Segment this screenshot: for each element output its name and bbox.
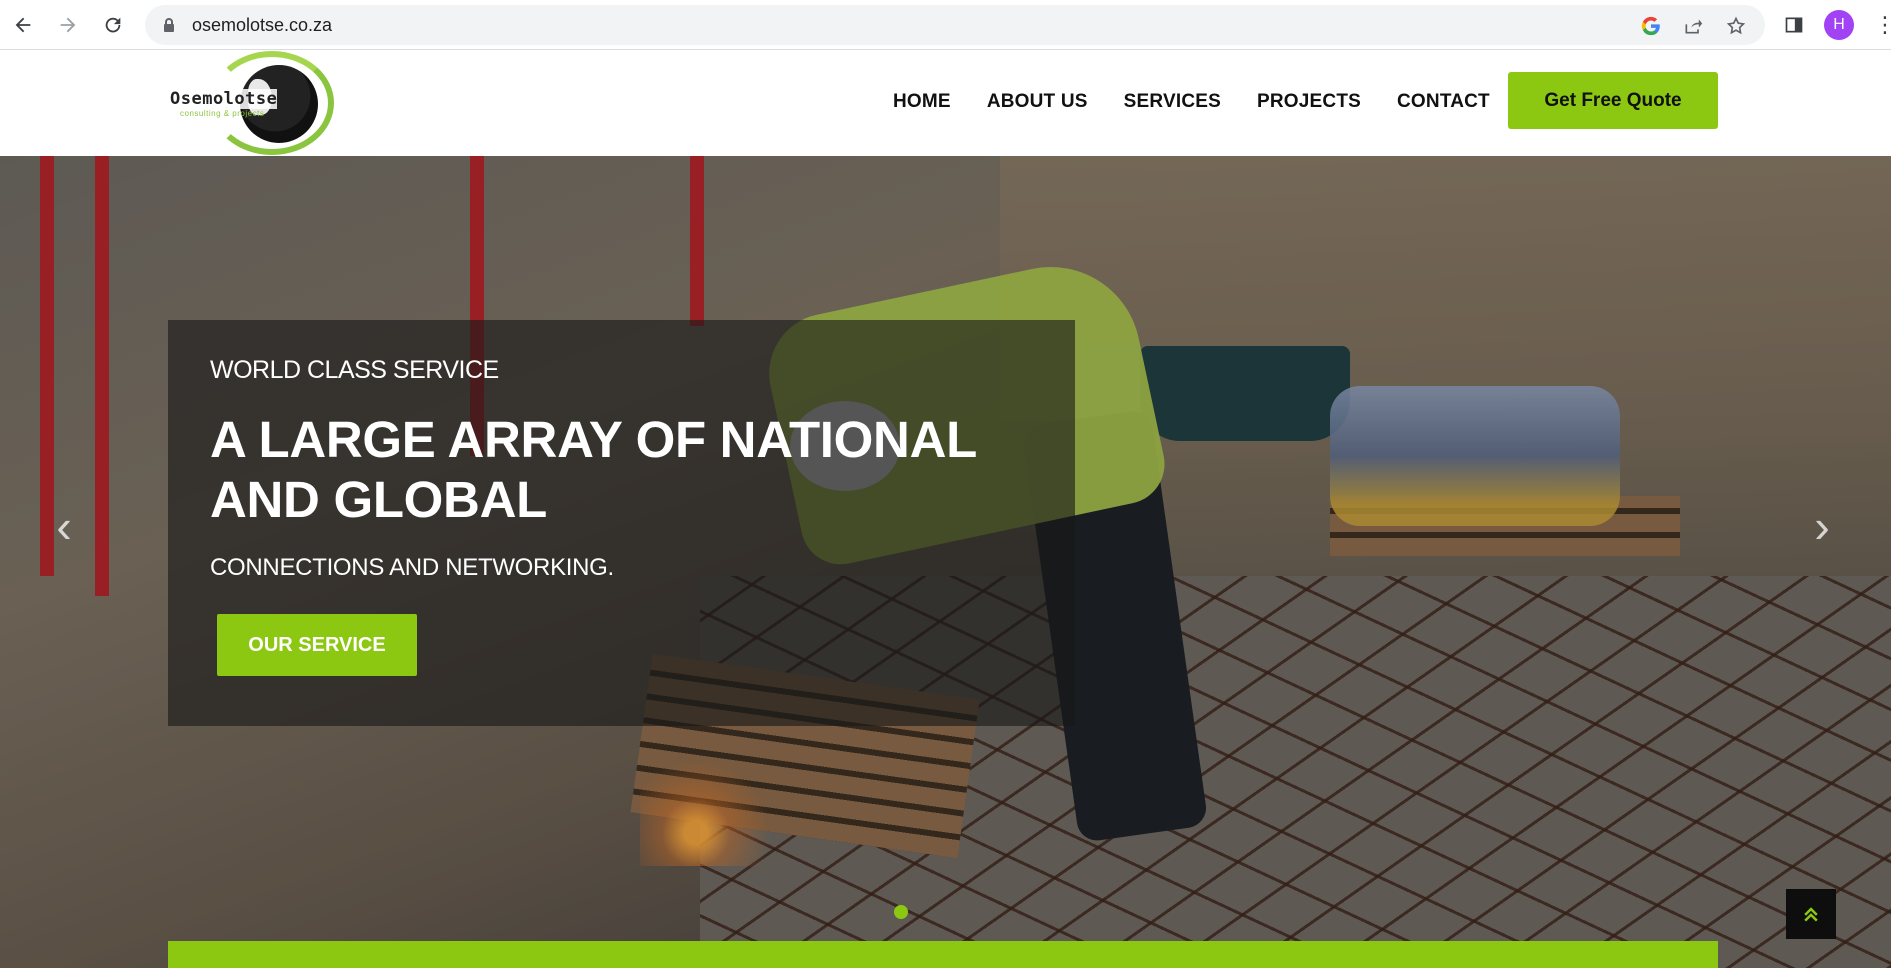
site-header: Osemolotse consulting & projects HOME AB… xyxy=(0,51,1891,156)
nav-contact[interactable]: CONTACT xyxy=(1379,85,1508,119)
reload-icon[interactable] xyxy=(98,10,128,40)
site-logo[interactable]: Osemolotse consulting & projects xyxy=(168,51,338,156)
share-icon[interactable] xyxy=(1680,13,1706,39)
nav-home[interactable]: HOME xyxy=(875,85,969,119)
back-arrow-icon[interactable] xyxy=(8,10,38,40)
nav-services[interactable]: SERVICES xyxy=(1106,85,1239,119)
google-icon[interactable] xyxy=(1638,13,1664,39)
slider-dot-active[interactable] xyxy=(894,905,908,919)
double-chevron-up-icon xyxy=(1804,907,1818,922)
bookmark-star-icon[interactable] xyxy=(1723,13,1749,39)
profile-avatar[interactable]: H xyxy=(1824,10,1854,40)
forward-arrow-icon[interactable] xyxy=(53,10,83,40)
hero-slider: WORLD CLASS SERVICE A LARGE ARRAY OF NAT… xyxy=(0,156,1891,968)
hero-kicker: WORLD CLASS SERVICE xyxy=(210,356,499,384)
nav-projects[interactable]: PROJECTS xyxy=(1239,85,1379,119)
slider-next-icon[interactable]: › xyxy=(1792,496,1852,556)
url-text[interactable]: osemolotse.co.za xyxy=(192,15,332,36)
main-nav: HOME ABOUT US SERVICES PROJECTS CONTACT xyxy=(875,85,1508,119)
hero-subtitle: CONNECTIONS AND NETWORKING. xyxy=(210,554,614,581)
lock-icon[interactable] xyxy=(163,17,175,33)
get-free-quote-button[interactable]: Get Free Quote xyxy=(1508,72,1718,129)
scroll-to-top-button[interactable] xyxy=(1786,889,1836,939)
hero-title: A LARGE ARRAY OF NATIONAL AND GLOBAL xyxy=(210,411,977,528)
logo-subtext: consulting & projects xyxy=(180,109,265,118)
side-panel-icon[interactable] xyxy=(1779,10,1809,40)
kebab-menu-icon[interactable]: ⋮ xyxy=(1874,12,1891,38)
browser-toolbar: osemolotse.co.za H ⋮ xyxy=(0,0,1891,50)
nav-about-us[interactable]: ABOUT US xyxy=(969,85,1106,119)
slider-prev-icon[interactable]: ‹ xyxy=(34,496,94,556)
our-service-button[interactable]: OUR SERVICE xyxy=(217,614,417,676)
feature-strip xyxy=(168,941,1718,968)
logo-wordmark: Osemolotse xyxy=(170,89,278,109)
hero-caption-panel: WORLD CLASS SERVICE A LARGE ARRAY OF NAT… xyxy=(168,320,1075,726)
address-bar[interactable]: osemolotse.co.za xyxy=(145,5,1765,45)
